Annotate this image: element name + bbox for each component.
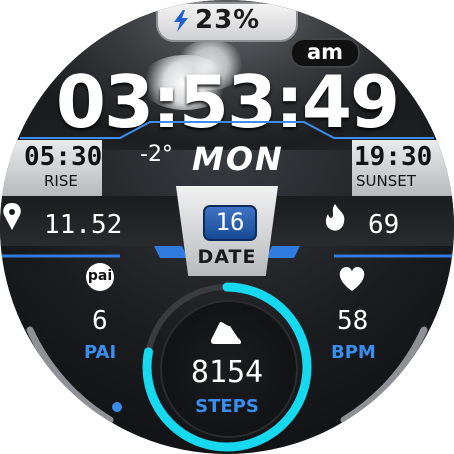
steps-label: STEPS — [195, 396, 259, 417]
watch-face: 23% am 03:53:49 05:30 RISE 19:30 SUNSET … — [0, 0, 454, 454]
steps-value: 8154 — [190, 355, 264, 390]
